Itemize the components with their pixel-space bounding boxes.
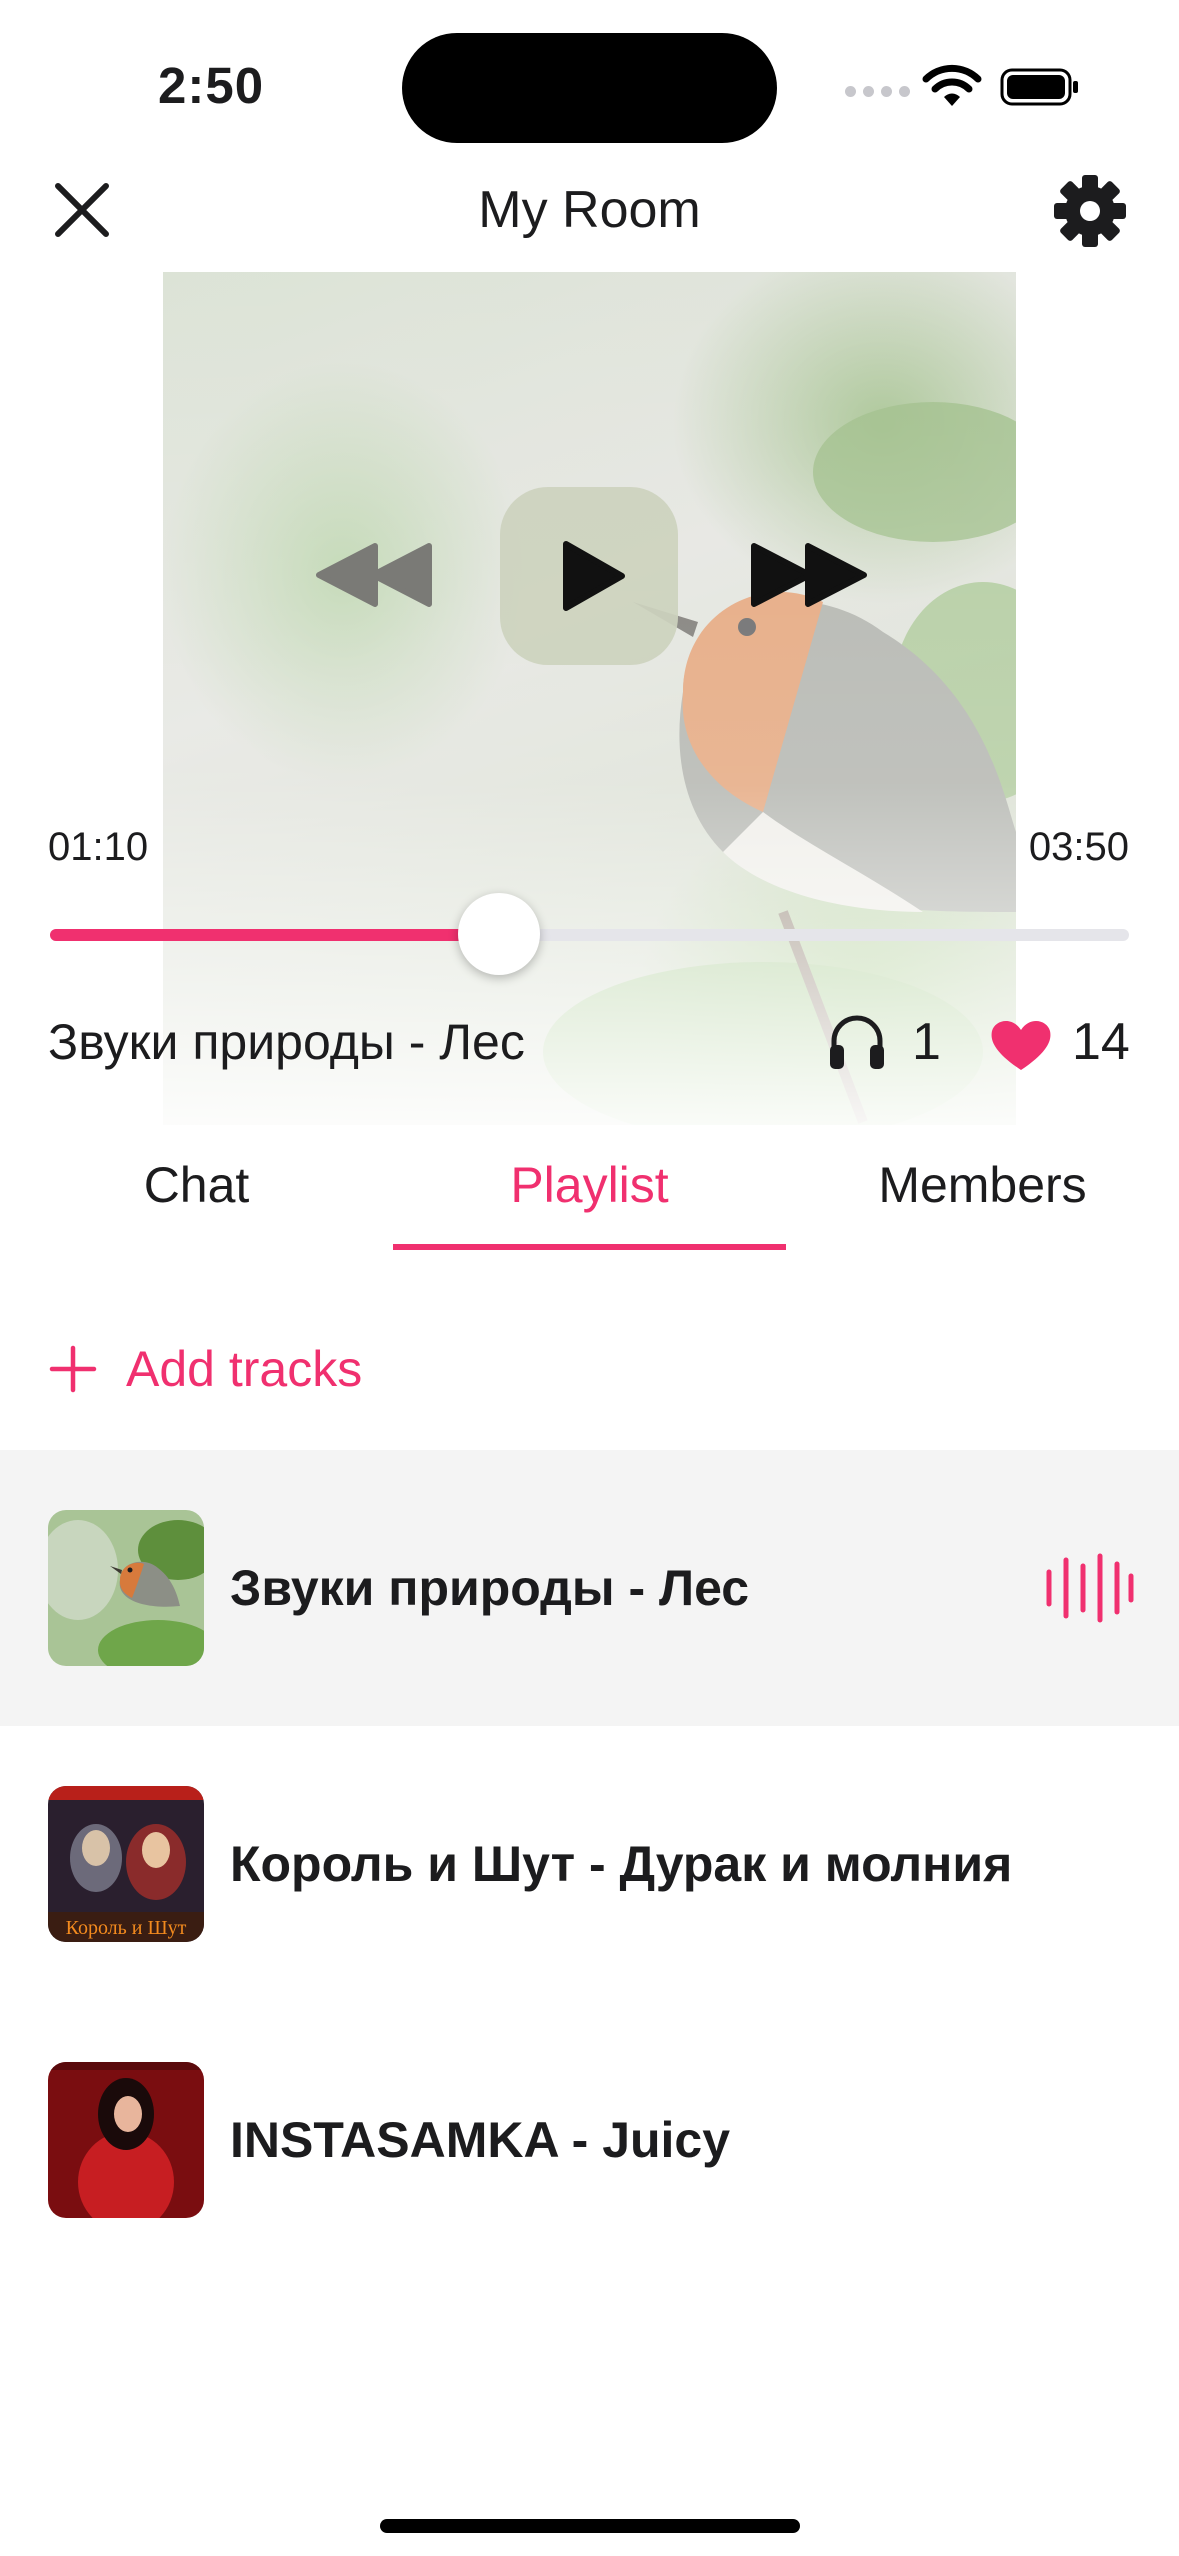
robin-bird-image [543,402,1016,1125]
band-cover-text: Король и Шут [66,1917,187,1939]
gear-icon[interactable] [1054,175,1126,247]
playlist-item[interactable]: INSTASAMKA - Juicy [0,2002,1179,2278]
current-time: 01:10 [48,825,149,869]
listener-count: 1 [912,1013,941,1071]
room-screen: 2:50 My Room 01:10 03:50 Звуки природы -… [0,0,1179,2556]
dynamic-island [402,33,777,143]
equalizer-icon [1046,1553,1134,1623]
album-artwork [163,272,1016,1125]
plus-icon [49,1345,97,1393]
tab-bar: Chat Playlist Members [0,1150,1179,1250]
track-name: Звуки природы - Лес [230,1560,750,1616]
wifi-icon [922,64,982,106]
artist-red-cover [48,2062,204,2218]
playlist: Звуки природы - Лес Король и Шут Король … [0,1450,1179,2278]
band-album-cover: Король и Шут [48,1786,204,1942]
play-icon[interactable] [556,540,628,612]
cellular-signal-icon [845,86,910,97]
progress-thumb[interactable] [458,893,540,975]
status-time: 2:50 [158,57,265,114]
total-time: 03:50 [1028,825,1129,869]
track-cover [48,1510,204,1666]
now-playing-title: Звуки природы - Лес [48,1014,525,1070]
rewind-icon[interactable] [315,540,435,610]
robin-bird-cover [48,1510,204,1666]
progress-fill [50,929,499,941]
playlist-item[interactable]: Звуки природы - Лес [0,1450,1179,1726]
battery-icon [1000,68,1078,106]
heart-icon[interactable] [990,1016,1052,1072]
headphones-icon [830,1015,884,1069]
like-count: 14 [1072,1013,1130,1071]
track-name: INSTASAMKA - Juicy [230,2112,731,2168]
track-name: Король и Шут - Дурак и молния [230,1836,1013,1892]
add-tracks-button[interactable]: Add tracks [48,1340,362,1398]
home-indicator[interactable] [380,2519,800,2533]
track-cover [48,2062,204,2218]
tab-chat[interactable]: Chat [0,1150,393,1250]
track-cover: Король и Шут [48,1786,204,1942]
page-title: My Room [478,181,701,239]
fast-forward-icon[interactable] [748,540,868,610]
add-tracks-label: Add tracks [126,1341,363,1397]
playlist-item[interactable]: Король и Шут Король и Шут - Дурак и молн… [0,1726,1179,2002]
tab-members[interactable]: Members [786,1150,1179,1250]
tab-playlist[interactable]: Playlist [393,1150,786,1250]
